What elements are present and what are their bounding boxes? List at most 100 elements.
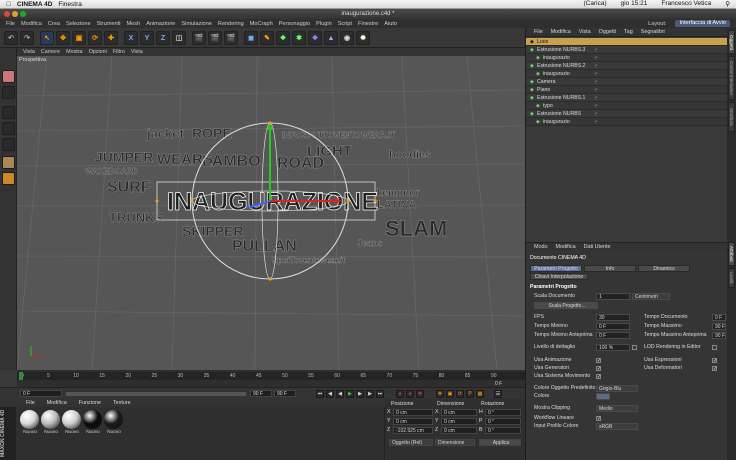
- scale-tool-icon[interactable]: ▣: [72, 31, 86, 45]
- colore-oggetto-select[interactable]: Grigio-Blu: [596, 385, 638, 392]
- tab-parametri-progetto[interactable]: Parametri Progetto: [530, 265, 582, 272]
- menu-simulazione[interactable]: Simulazione: [181, 21, 211, 27]
- visibility-check-icon[interactable]: ✓: [594, 46, 598, 54]
- param-key-icon[interactable]: P: [466, 390, 474, 398]
- mat-menu-texture[interactable]: Texture: [113, 400, 131, 406]
- coord-dim-select[interactable]: Dimensione: [435, 439, 475, 446]
- render-picture-icon[interactable]: 🎬: [208, 31, 222, 45]
- z-axis-button[interactable]: Z: [156, 31, 170, 45]
- vp-menu-vista2[interactable]: Vista: [131, 49, 143, 55]
- prev-frame-icon[interactable]: ◀: [336, 390, 344, 398]
- pos-key-icon[interactable]: ✥: [436, 390, 444, 398]
- attr-menu-modifica[interactable]: Modifica: [556, 244, 576, 250]
- material-swatch[interactable]: [62, 410, 81, 429]
- obj-menu-file[interactable]: File: [534, 29, 543, 35]
- layout-select[interactable]: Interfaccia di Avvio: [675, 20, 730, 27]
- obj-menu-tag[interactable]: Tag: [624, 29, 633, 35]
- colore-swatch[interactable]: [596, 393, 610, 400]
- camera-icon[interactable]: ◉: [340, 31, 354, 45]
- coord-position-field[interactable]: 0 cm: [393, 409, 433, 416]
- side-tab-content-browser[interactable]: Content Browser: [728, 56, 735, 100]
- usa-deformatori-checkbox[interactable]: ✓: [712, 366, 717, 372]
- coord-dimension-field[interactable]: 0 cm: [441, 427, 477, 434]
- side-tab-oggetti[interactable]: Oggetti: [728, 30, 735, 54]
- first-frame-icon[interactable]: ⏮: [316, 390, 324, 398]
- polygons-mode-icon[interactable]: [2, 138, 15, 151]
- visibility-check-icon[interactable]: ✓: [594, 102, 598, 110]
- menu-script[interactable]: Script: [338, 21, 352, 27]
- coord-rotation-field[interactable]: 0 °: [485, 418, 521, 425]
- visibility-check-icon[interactable]: ✓: [594, 118, 598, 126]
- timeline-playhead[interactable]: [19, 372, 23, 380]
- coord-dimension-field[interactable]: 0 cm: [441, 418, 477, 425]
- spotlight-icon[interactable]: ⚲: [725, 0, 730, 8]
- rot-key-icon[interactable]: ⟳: [456, 390, 464, 398]
- tempo-documento-field[interactable]: 0 F: [712, 314, 726, 321]
- visibility-check-icon[interactable]: ✓: [594, 38, 598, 46]
- autokey-icon[interactable]: ●: [406, 390, 414, 398]
- minimize-icon[interactable]: [12, 11, 18, 17]
- pen-icon[interactable]: ✎: [260, 31, 274, 45]
- object-name[interactable]: inaugurazio: [543, 54, 570, 62]
- rotate-tool-icon[interactable]: ⟳: [88, 31, 102, 45]
- model-mode-icon[interactable]: [2, 70, 15, 83]
- pla-key-icon[interactable]: ▦: [476, 390, 484, 398]
- workflow-lineare-checkbox[interactable]: ✓: [596, 416, 601, 422]
- light-icon[interactable]: ✹: [356, 31, 370, 45]
- axis-mode-icon[interactable]: [2, 156, 15, 169]
- coord-position-field[interactable]: 0 cm: [393, 418, 433, 425]
- object-row[interactable]: ◆ Estrusione NURBS.2 ✓: [526, 62, 728, 70]
- timeline-ruler[interactable]: 051015202530354045505560657075808590: [17, 372, 525, 380]
- side-tab-attributi[interactable]: Attributi: [728, 242, 735, 266]
- object-row[interactable]: ◆ Camera ✓: [526, 78, 728, 86]
- deformer-icon[interactable]: ❖: [308, 31, 322, 45]
- tab-chiavi-interpolazione[interactable]: Chiavi Interpolazione: [530, 273, 588, 280]
- keyframe-icon[interactable]: ❖: [416, 390, 424, 398]
- object-list[interactable]: ◆ Luce ✓ ◆ Estrusione NURBS.3 ✓ ◆ inaugurazio ✓ ◆…: [526, 37, 728, 242]
- max-frame-field[interactable]: 90 F: [274, 390, 296, 397]
- usa-sistema-movimento-checkbox[interactable]: ✓: [596, 374, 601, 380]
- lod-field[interactable]: 100 %: [596, 344, 630, 351]
- vp-menu-opzioni[interactable]: Opzioni: [89, 49, 107, 55]
- tab-info[interactable]: Info: [584, 265, 636, 272]
- nurbs-icon[interactable]: ❖: [276, 31, 290, 45]
- object-row[interactable]: ◆ Estrusione NURBS.3 ✓: [526, 46, 728, 54]
- material-swatch[interactable]: [83, 410, 102, 429]
- next-key-icon[interactable]: ▶: [366, 390, 374, 398]
- usa-espressioni-checkbox[interactable]: ✓: [712, 358, 717, 364]
- obj-menu-vista[interactable]: Vista: [579, 29, 591, 35]
- obj-menu-oggetti[interactable]: Oggetti: [599, 29, 616, 35]
- attr-menu-modo[interactable]: Modo: [534, 244, 548, 250]
- mostra-clipping-select[interactable]: Medio: [596, 405, 638, 412]
- input-profilo-select[interactable]: sRGB: [596, 423, 638, 430]
- magnet-icon[interactable]: [2, 172, 15, 185]
- mat-menu-file[interactable]: File: [26, 400, 35, 406]
- play-icon[interactable]: ▶: [346, 390, 354, 398]
- material-swatch[interactable]: [20, 410, 39, 429]
- vp-menu-filtro[interactable]: Filtro: [113, 49, 125, 55]
- obj-menu-segnalibri[interactable]: Segnalibri: [641, 29, 665, 35]
- visibility-check-icon[interactable]: ✓: [594, 86, 598, 94]
- object-row[interactable]: ◆ Estrusione NURBS.1 ✓: [526, 94, 728, 102]
- side-tab-struttura[interactable]: Struttura: [728, 102, 735, 132]
- zoom-icon[interactable]: [20, 11, 26, 17]
- edges-mode-icon[interactable]: [2, 122, 15, 135]
- scala-field[interactable]: 1: [596, 293, 630, 300]
- menu-selezione[interactable]: Selezione: [66, 21, 91, 27]
- object-name[interactable]: Estrusione NURBS.2: [537, 62, 585, 70]
- render-settings-icon[interactable]: 🎬: [224, 31, 238, 45]
- object-name[interactable]: typo: [543, 102, 553, 110]
- points-mode-icon[interactable]: [2, 106, 15, 119]
- visibility-check-icon[interactable]: ✓: [594, 70, 598, 78]
- object-name[interactable]: Luce: [537, 38, 548, 46]
- menu-finestre[interactable]: Finestre: [358, 21, 378, 27]
- object-row[interactable]: ◆ Estrusione NURBS ✓: [526, 110, 728, 118]
- fps-field[interactable]: 30: [596, 314, 630, 321]
- tempo-massimo-anteprima-field[interactable]: 90 F: [712, 332, 726, 339]
- coord-mode-select[interactable]: Oggetto (Rel): [389, 439, 433, 446]
- usa-animazione-checkbox[interactable]: ✓: [596, 358, 601, 364]
- battery-status[interactable]: (Carica): [584, 0, 607, 8]
- last-frame-icon[interactable]: ⏭: [376, 390, 384, 398]
- menu-file[interactable]: File: [6, 21, 15, 27]
- object-row[interactable]: ◆ inaugurazio ✓: [526, 118, 728, 126]
